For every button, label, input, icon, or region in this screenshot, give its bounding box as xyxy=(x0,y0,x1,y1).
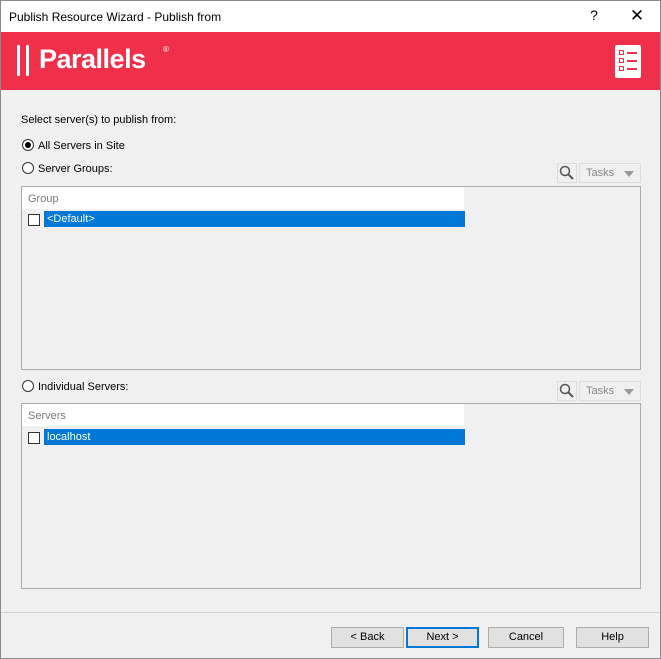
all-servers-radio[interactable] xyxy=(22,139,34,151)
chevron-down-icon xyxy=(624,389,634,395)
tasks-label: Tasks xyxy=(586,385,615,397)
servers-tasks-dropdown[interactable]: Tasks xyxy=(579,381,641,401)
servers-search-button[interactable] xyxy=(557,381,577,401)
groups-column-label: Group xyxy=(28,193,59,205)
chevron-down-icon xyxy=(624,171,634,177)
close-button[interactable]: ✕ xyxy=(627,6,647,26)
footer-divider xyxy=(1,612,660,613)
groups-column-header[interactable]: Group xyxy=(22,187,464,209)
groups-search-button[interactable] xyxy=(557,163,577,183)
logo-bar-icon xyxy=(17,45,20,76)
help-button[interactable]: Help xyxy=(576,627,649,648)
wizard-window: Publish Resource Wizard - Publish from ?… xyxy=(0,0,661,659)
server-localhost-checkbox[interactable] xyxy=(28,432,40,444)
all-servers-label[interactable]: All Servers in Site xyxy=(38,140,125,152)
servers-column-header[interactable]: Servers xyxy=(22,404,464,426)
server-name: localhost xyxy=(47,431,91,443)
groups-table: Group <Default> xyxy=(21,186,641,370)
search-icon xyxy=(559,383,574,398)
back-button[interactable]: < Back xyxy=(331,627,404,648)
table-row[interactable]: <Default> xyxy=(44,211,465,227)
server-groups-radio[interactable] xyxy=(22,162,34,174)
group-default-checkbox[interactable] xyxy=(28,214,40,226)
groups-tasks-dropdown[interactable]: Tasks xyxy=(579,163,641,183)
servers-table: Servers localhost xyxy=(21,403,641,589)
servers-column-label: Servers xyxy=(28,410,66,422)
help-title-button[interactable]: ? xyxy=(586,7,602,23)
group-name: <Default> xyxy=(47,213,95,225)
logo-bar-icon xyxy=(26,45,29,76)
title-bar: Publish Resource Wizard - Publish from ?… xyxy=(1,1,660,32)
table-row[interactable]: localhost xyxy=(44,429,465,445)
logo-text: Parallels xyxy=(39,44,146,74)
search-icon xyxy=(559,165,574,180)
checklist-icon xyxy=(615,45,641,78)
individual-servers-label[interactable]: Individual Servers: xyxy=(38,381,129,393)
individual-servers-radio[interactable] xyxy=(22,380,34,392)
window-title: Publish Resource Wizard - Publish from xyxy=(9,10,222,24)
select-servers-prompt: Select server(s) to publish from: xyxy=(21,114,177,126)
cancel-button[interactable]: Cancel xyxy=(488,627,564,648)
next-button[interactable]: Next > xyxy=(406,627,479,648)
logo-registered-mark: ® xyxy=(163,45,169,54)
tasks-label: Tasks xyxy=(586,167,615,179)
server-groups-label[interactable]: Server Groups: xyxy=(38,163,113,175)
